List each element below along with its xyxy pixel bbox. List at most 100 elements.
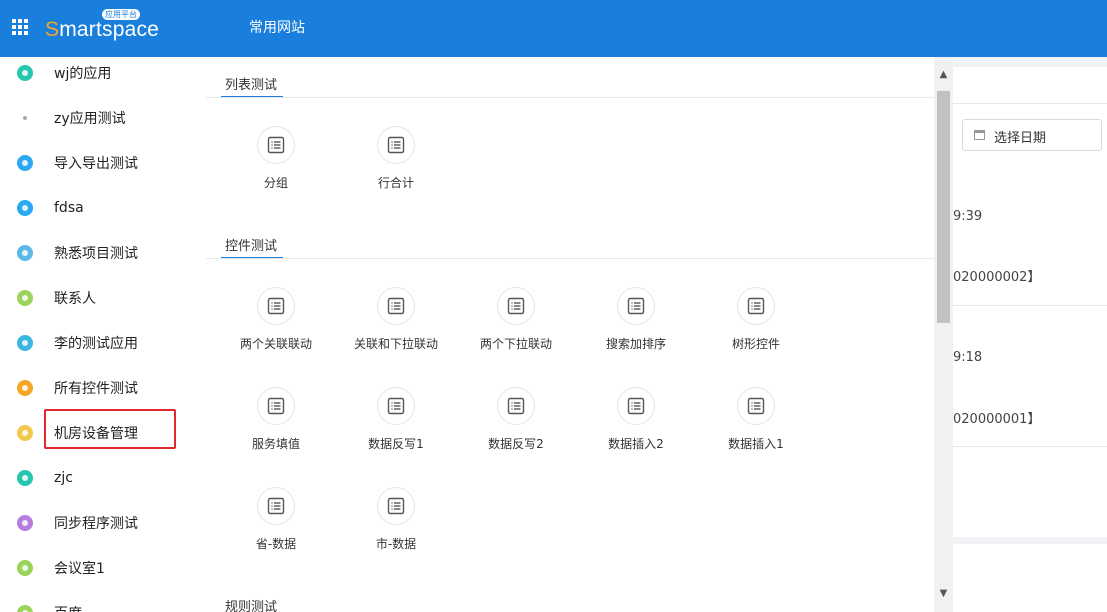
list-icon <box>377 287 415 325</box>
record-divider <box>953 305 1107 306</box>
lock-icon <box>17 379 33 396</box>
app-tile[interactable]: 分组 <box>216 126 336 206</box>
app-tile[interactable]: 关联和下拉联动 <box>336 287 456 367</box>
sidebar-item-label: fdsa <box>54 199 84 216</box>
app-tile[interactable]: 搜索加排序 <box>576 287 696 367</box>
list-icon <box>737 387 775 425</box>
user-icon <box>17 514 33 531</box>
app-grid-icon[interactable] <box>12 19 28 35</box>
tile-label: 市-数据 <box>375 537 417 551</box>
app-tile[interactable]: 数据反写2 <box>456 387 576 467</box>
sidebar-item[interactable]: fdsa <box>0 185 206 230</box>
record-time: 9:18 <box>953 350 983 365</box>
device-icon <box>17 424 33 441</box>
list-icon <box>257 487 295 525</box>
plus-icon <box>17 199 33 216</box>
date-picker[interactable]: 选择日期 <box>962 119 1102 151</box>
tile-label: 数据插入2 <box>608 437 664 451</box>
sidebar-item[interactable]: zy应用测试 <box>0 95 206 140</box>
section-title-list-test[interactable]: 列表测试 <box>225 74 277 93</box>
sidebar-item-label: 李的测试应用 <box>54 335 138 352</box>
sidebar-item[interactable]: 李的测试应用 <box>0 320 206 365</box>
app-tile[interactable]: 市-数据 <box>336 487 456 567</box>
scroll-down-icon[interactable]: ▼ <box>934 584 953 603</box>
tile-label: 树形控件 <box>731 337 780 351</box>
list-icon <box>377 126 415 164</box>
record-code[interactable]: 020000001】 <box>953 408 1040 427</box>
scroll-thumb[interactable] <box>937 91 950 323</box>
tile-label: 数据反写1 <box>368 437 424 451</box>
tile-label: 关联和下拉联动 <box>353 337 438 351</box>
tile-label: 数据反写2 <box>488 437 544 451</box>
record-time: 9:39 <box>953 209 983 224</box>
app-tile[interactable]: 省-数据 <box>216 487 336 567</box>
app-tile[interactable]: 行合计 <box>336 126 456 206</box>
sidebar-item[interactable]: 百度 <box>0 590 206 612</box>
scroll-up-icon[interactable]: ▲ <box>934 65 953 84</box>
sidebar-item[interactable]: 同步程序测试 <box>0 500 206 545</box>
robot-icon <box>17 469 33 486</box>
right-card: 选择日期 9:39 020000002】 9:18 020000001】 <box>953 67 1107 537</box>
edit-icon <box>17 334 33 351</box>
top-bar: Smartspace 应用平台 常用网站 <box>0 0 1107 57</box>
sidebar-item[interactable]: 熟悉项目测试 <box>0 230 206 275</box>
app-tile[interactable]: 服务填值 <box>216 387 336 467</box>
sidebar-item-label: 会议室1 <box>54 560 105 577</box>
app-tile[interactable]: 数据插入1 <box>696 387 816 467</box>
sidebar-item-label: zjc <box>54 469 73 486</box>
list-icon <box>497 387 535 425</box>
sidebar-item[interactable]: wj的应用 <box>0 57 206 95</box>
list-icon <box>377 387 415 425</box>
tile-label: 省-数据 <box>255 537 297 551</box>
plus-icon <box>17 154 33 171</box>
tile-label: 服务填值 <box>251 437 300 451</box>
list-icon <box>617 387 655 425</box>
main-content: 列表测试 分组 行合计 控件测试 两个关联联动 关联和下拉联动 两个下拉联动 搜… <box>206 57 934 612</box>
app-tile[interactable]: 数据反写1 <box>336 387 456 467</box>
app-tile[interactable]: 树形控件 <box>696 287 816 367</box>
tile-label: 两个关联联动 <box>239 337 312 351</box>
right-card-divider <box>953 103 1107 104</box>
record-code[interactable]: 020000002】 <box>953 266 1040 285</box>
highlight-box <box>44 409 176 449</box>
sidebar-item[interactable]: 导入导出测试 <box>0 140 206 185</box>
list-icon <box>257 126 295 164</box>
sidebar-item-label: zy应用测试 <box>54 110 126 127</box>
list-icon <box>497 287 535 325</box>
sidebar-item-label: 联系人 <box>54 290 96 307</box>
section-title-control-test[interactable]: 控件测试 <box>225 235 277 254</box>
logo-text: Smartspace <box>45 18 160 41</box>
sidebar-item-label: 同步程序测试 <box>54 515 138 532</box>
dot-icon <box>23 115 27 120</box>
tile-label: 两个下拉联动 <box>479 337 552 351</box>
app-tile[interactable]: 数据插入2 <box>576 387 696 467</box>
tile-label: 数据插入1 <box>728 437 784 451</box>
list-icon <box>257 387 295 425</box>
vertical-scrollbar[interactable]: ▲ ▼ <box>934 57 953 612</box>
right-bottom-card <box>953 544 1107 612</box>
tile-label: 行合计 <box>377 176 414 190</box>
sidebar-item[interactable]: 所有控件测试 <box>0 365 206 410</box>
logo-badge: 应用平台 <box>102 9 140 20</box>
section-divider <box>206 97 934 98</box>
sidebar-item[interactable]: zjc <box>0 455 206 500</box>
sidebar-item-label: 百度 <box>54 603 82 612</box>
date-picker-placeholder: 选择日期 <box>994 131 1047 146</box>
list-icon <box>257 287 295 325</box>
meeting-icon <box>17 559 33 576</box>
sidebar: wj的应用 zy应用测试 导入导出测试 fdsa 熟悉项目测试 联系人 李的测试… <box>0 57 206 612</box>
logo[interactable]: Smartspace 应用平台 <box>45 9 160 44</box>
sidebar-item[interactable]: 联系人 <box>0 275 206 320</box>
app-tile[interactable]: 两个关联联动 <box>216 287 336 367</box>
app-tile[interactable]: 两个下拉联动 <box>456 287 576 367</box>
sidebar-item-label: wj的应用 <box>54 65 112 82</box>
section-title-rule-test[interactable]: 规则测试 <box>225 596 277 612</box>
list-icon <box>617 287 655 325</box>
nav-common-sites[interactable]: 常用网站 <box>249 18 305 38</box>
app-icon <box>17 64 33 81</box>
sidebar-item-label: 熟悉项目测试 <box>54 245 138 262</box>
contact-icon <box>17 289 33 306</box>
sidebar-item[interactable]: 会议室1 <box>0 545 206 590</box>
sidebar-item-label: 所有控件测试 <box>54 380 138 397</box>
section-divider <box>206 258 934 259</box>
